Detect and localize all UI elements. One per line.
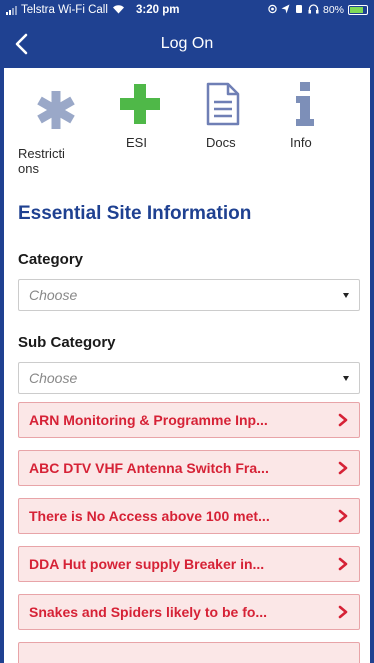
esi-item-title: DDA Hut power supply Breaker in... (29, 556, 265, 572)
chevron-right-icon (338, 605, 348, 619)
navigation-icon (281, 4, 290, 17)
esi-item-title: There is No Access above 100 met... (29, 508, 270, 524)
status-time: 3:20 pm (136, 4, 180, 16)
esi-list-item-partial[interactable] (18, 642, 360, 663)
status-bar: Telstra Wi-Fi Call 3:20 pm 80% (0, 0, 374, 20)
esi-button[interactable] (120, 84, 160, 124)
asterisk-icon (37, 91, 75, 129)
esi-item-title: Snakes and Spiders likely to be fo... (29, 604, 268, 620)
esi-list-item[interactable]: There is No Access above 100 met... (18, 498, 360, 534)
chevron-right-icon (338, 557, 348, 571)
content-area: Restricti ons ESI Docs Info Essential Si… (4, 68, 370, 663)
caret-down-icon (343, 293, 349, 298)
chevron-left-icon (15, 33, 28, 55)
wifi-icon (112, 4, 125, 17)
carrier-name: Telstra Wi-Fi Call (21, 4, 108, 16)
sub-category-label: Sub Category (18, 334, 116, 351)
esi-item-title: ARN Monitoring & Programme Inp... (29, 412, 268, 428)
plus-icon (120, 84, 160, 124)
status-left: Telstra Wi-Fi Call (6, 4, 136, 17)
esi-list-item[interactable]: DDA Hut power supply Breaker in... (18, 546, 360, 582)
esi-item-title: ABC DTV VHF Antenna Switch Fra... (29, 460, 269, 476)
esi-list-item[interactable]: ABC DTV VHF Antenna Switch Fra... (18, 450, 360, 486)
alarm-icon (294, 4, 304, 17)
status-right: 80% (268, 3, 368, 17)
back-button[interactable] (6, 26, 36, 62)
esi-list-item[interactable]: Snakes and Spiders likely to be fo... (18, 594, 360, 630)
headphones-icon (308, 3, 319, 17)
restrictions-button[interactable] (34, 88, 78, 132)
docs-button[interactable] (206, 82, 240, 126)
chevron-right-icon (338, 461, 348, 475)
info-button[interactable] (294, 82, 316, 126)
category-placeholder: Choose (29, 287, 78, 303)
location-icon (268, 4, 277, 17)
signal-icon (6, 5, 17, 15)
chevron-right-icon (338, 509, 348, 523)
battery-percent: 80% (322, 4, 344, 16)
nav-bar: Log On (0, 20, 374, 68)
caret-down-icon (343, 376, 349, 381)
info-icon (296, 82, 314, 126)
document-icon (206, 82, 240, 126)
page-title: Log On (160, 35, 214, 52)
toolbar: Restricti ons ESI Docs Info (4, 80, 370, 180)
esi-list-item[interactable]: ARN Monitoring & Programme Inp... (18, 402, 360, 438)
sub-category-select[interactable]: Choose (18, 362, 360, 394)
sub-category-placeholder: Choose (29, 370, 78, 386)
docs-label: Docs (206, 135, 236, 150)
category-select[interactable]: Choose (18, 279, 360, 311)
battery-fill (350, 7, 363, 13)
restrictions-label: Restricti ons (18, 146, 65, 176)
info-label: Info (290, 135, 312, 150)
battery-icon (348, 5, 368, 15)
section-title: Essential Site Information (18, 203, 252, 224)
category-label: Category (18, 251, 84, 268)
chevron-right-icon (338, 413, 348, 427)
esi-label: ESI (126, 135, 147, 150)
